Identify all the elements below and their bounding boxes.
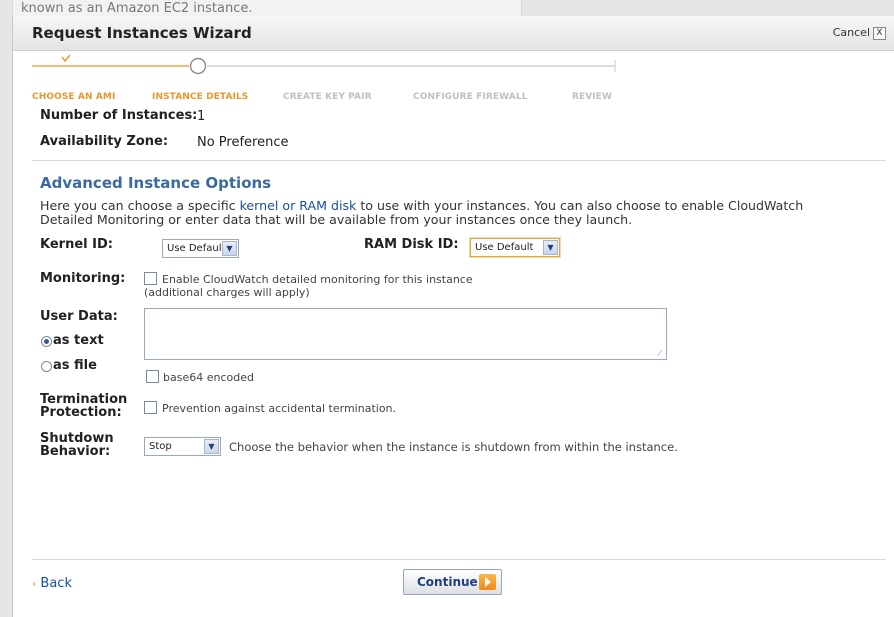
back-label: Back	[40, 576, 72, 591]
as-file-label: as file	[53, 358, 97, 373]
close-icon[interactable]: X	[873, 26, 886, 40]
termination-checkbox-label: Prevention against accidental terminatio…	[162, 402, 397, 415]
as-file-radio[interactable]	[41, 361, 52, 372]
monitoring-charges-note: (additional charges will apply)	[144, 286, 310, 299]
divider	[32, 160, 886, 161]
desc-text-pre: Here you can choose a specific	[40, 198, 240, 213]
current-step-marker-icon	[189, 57, 207, 75]
wizard-progress: CHOOSE AN AMI INSTANCE DETAILS CREATE KE…	[13, 50, 894, 110]
chevron-down-icon: ▼	[204, 439, 219, 454]
continue-label: Continue	[417, 575, 478, 589]
as-text-radio[interactable]	[41, 336, 52, 347]
kernel-select[interactable]: Use Default ▼	[162, 239, 239, 258]
kernel-ramdisk-link[interactable]: kernel or RAM disk	[240, 198, 357, 213]
kernel-label: Kernel ID:	[40, 237, 113, 252]
shutdown-label: Shutdown Behavior:	[40, 431, 114, 459]
cancel-label: Cancel	[832, 26, 870, 39]
instances-value: 1	[197, 109, 206, 124]
user-data-label: User Data:	[40, 309, 118, 324]
monitoring-checkbox-label: Enable CloudWatch detailed monitoring fo…	[162, 273, 473, 286]
back-link[interactable]: ‹ Back	[32, 576, 72, 591]
shutdown-select[interactable]: Stop ▼	[144, 437, 221, 456]
ramdisk-select[interactable]: Use Default ▼	[470, 238, 560, 257]
shutdown-select-value: Stop	[149, 441, 172, 452]
as-text-label: as text	[53, 333, 104, 348]
monitoring-label: Monitoring:	[40, 271, 126, 286]
back-chevron-icon: ‹	[32, 577, 37, 590]
chevron-down-icon: ▼	[222, 241, 237, 256]
monitoring-checkbox[interactable]	[144, 272, 157, 285]
zone-value: No Preference	[197, 135, 289, 150]
continue-button[interactable]: Continue	[403, 569, 502, 595]
kernel-select-value: Use Default	[167, 243, 226, 254]
instances-label: Number of Instances:	[40, 108, 198, 123]
base64-checkbox[interactable]	[146, 370, 159, 383]
step-configure-firewall: CONFIGURE FIREWALL	[413, 92, 528, 102]
termination-label: Termination Protection:	[40, 392, 128, 420]
dialog-title: Request Instances Wizard	[32, 24, 252, 42]
wizard-progress-track	[32, 54, 616, 75]
zone-label: Availability Zone:	[40, 134, 169, 149]
user-data-textarea[interactable]: ⟋	[144, 308, 667, 360]
step-choose-ami: CHOOSE AN AMI	[32, 92, 116, 102]
request-instances-dialog: Request Instances Wizard Cancel X CHOOSE …	[12, 16, 894, 617]
shutdown-description: Choose the behavior when the instance is…	[229, 440, 678, 454]
cancel-button[interactable]: Cancel X	[833, 26, 886, 40]
section-description: Here you can choose a specific kernel or…	[40, 199, 840, 227]
ramdisk-label: RAM Disk ID:	[364, 237, 459, 252]
step-create-key-pair: CREATE KEY PAIR	[283, 92, 372, 102]
footer-divider	[32, 559, 886, 560]
chevron-down-icon: ▼	[543, 240, 558, 255]
step-review: REVIEW	[572, 92, 613, 102]
dialog-titlebar: Request Instances Wizard Cancel X	[13, 16, 894, 51]
resize-handle-icon[interactable]: ⟋	[657, 350, 665, 358]
termination-checkbox[interactable]	[144, 401, 157, 414]
section-heading: Advanced Instance Options	[40, 174, 272, 192]
base64-label: base64 encoded	[163, 371, 254, 384]
step-instance-details: INSTANCE DETAILS	[152, 92, 249, 102]
step-done-check-icon	[61, 54, 71, 63]
ramdisk-select-value: Use Default	[475, 242, 534, 253]
play-arrow-icon	[479, 574, 496, 590]
